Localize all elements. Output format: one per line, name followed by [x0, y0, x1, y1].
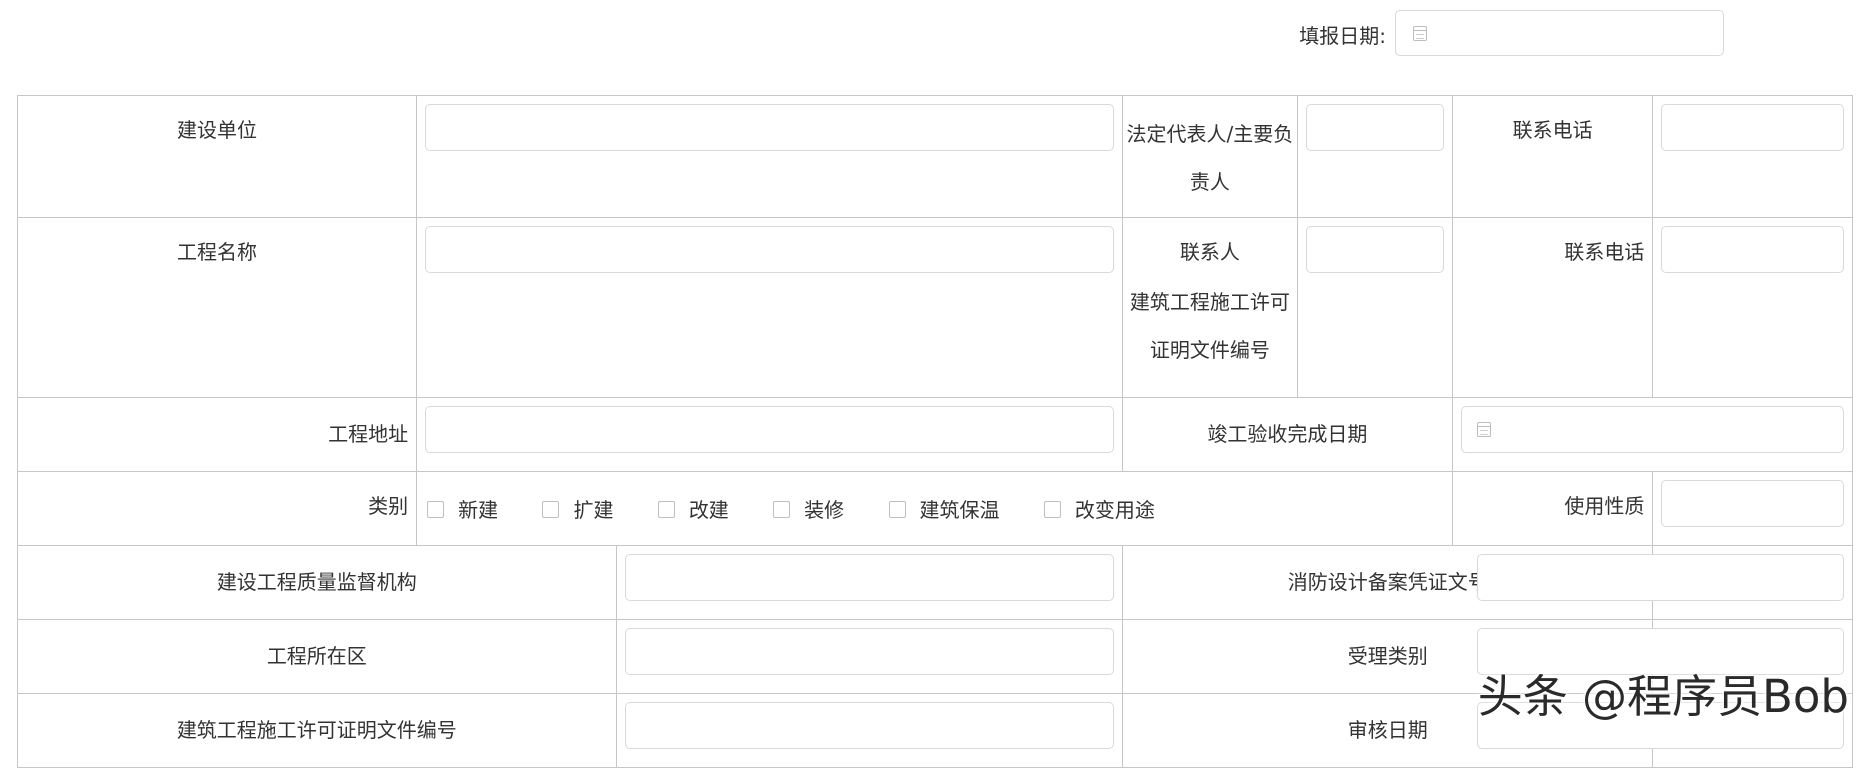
- project-name-label-cell: 工程名称: [16, 217, 418, 398]
- fire-design-input[interactable]: [1477, 554, 1844, 601]
- checkbox-unchecked-icon[interactable]: [657, 501, 675, 518]
- project-address-label: 工程地址: [328, 422, 409, 446]
- legal-rep-label-cell: 法定代表人/主要负责人: [1122, 95, 1298, 218]
- district-label: 工程所在区: [266, 644, 367, 668]
- district-input[interactable]: [624, 628, 1115, 675]
- construction-unit-input-cell: [416, 95, 1124, 218]
- row-category: 类别 新建 扩建 改建 装修 建筑保温 改变用途 使用性质: [16, 471, 1853, 546]
- project-address-label-cell: 工程地址: [16, 397, 418, 472]
- category-option-rebuild[interactable]: 改建: [657, 494, 729, 523]
- row-construction-unit: 建设单位 法定代表人/主要负责人 联系电话: [16, 95, 1853, 218]
- checkbox-unchecked-icon[interactable]: [427, 501, 445, 518]
- category-options-cell: 新建 扩建 改建 装修 建筑保温 改变用途: [416, 471, 1453, 546]
- legal-rep-input-cell: [1296, 95, 1453, 218]
- usage-label: 使用性质: [1564, 494, 1645, 518]
- permit-input[interactable]: [624, 702, 1115, 749]
- phone-input-1[interactable]: [1661, 104, 1844, 151]
- permit-label: 建筑工程施工许可证明文件编号: [176, 718, 457, 742]
- phone-label-cell-2: 联系电话: [1451, 217, 1654, 398]
- construction-unit-input[interactable]: [425, 104, 1115, 151]
- row-project-name: 工程名称 联系人 建筑工程施工许可证明文件编号 联系电话: [16, 217, 1853, 398]
- completion-date-input[interactable]: [1460, 406, 1844, 453]
- construction-unit-label-cell: 建设单位: [16, 95, 418, 218]
- row-supervision: 建设工程质量监督机构 消防设计备案凭证文号: [17, 545, 1853, 620]
- contact-label: 联系人: [1179, 240, 1240, 264]
- construction-unit-label: 建设单位: [177, 118, 258, 142]
- project-address-input-cell: [416, 397, 1124, 472]
- project-name-input-cell: [416, 217, 1124, 398]
- phone-input-cell-2: [1652, 217, 1853, 398]
- phone-label-2: 联系电话: [1564, 240, 1645, 264]
- checkbox-unchecked-icon[interactable]: [1043, 501, 1061, 518]
- completion-date-label: 竣工验收完成日期: [1207, 422, 1368, 446]
- permit-number-label: 建筑工程施工许可证明文件编号: [1129, 290, 1290, 362]
- checkbox-unchecked-icon[interactable]: [542, 501, 560, 518]
- supervision-label: 建设工程质量监督机构: [216, 570, 417, 594]
- contact-input-cell: [1296, 217, 1453, 398]
- category-option-expand[interactable]: 扩建: [542, 494, 613, 523]
- usage-input[interactable]: [1661, 480, 1844, 527]
- supervision-input-cell: [615, 545, 1124, 620]
- category-checkbox-group: 新建 扩建 改建 装修 建筑保温 改变用途: [417, 472, 1452, 523]
- checkbox-unchecked-icon[interactable]: [888, 501, 906, 518]
- report-date-label: 填报日期:: [1299, 24, 1386, 48]
- fire-design-input-cell: [1477, 545, 1853, 620]
- contact-label-cell: 联系人 建筑工程施工许可证明文件编号: [1122, 217, 1298, 398]
- completion-date-input-cell: [1451, 397, 1854, 472]
- category-option-insulation[interactable]: 建筑保温: [888, 494, 1000, 523]
- permit-label-cell: 建筑工程施工许可证明文件编号: [17, 693, 617, 768]
- project-address-input[interactable]: [425, 406, 1115, 453]
- supervision-label-cell: 建设工程质量监督机构: [17, 545, 617, 620]
- legal-rep-input[interactable]: [1305, 104, 1444, 151]
- phone-input-2[interactable]: [1661, 226, 1844, 273]
- legal-rep-label: 法定代表人/主要负责人: [1126, 122, 1294, 194]
- phone-input-cell-1: [1652, 95, 1853, 218]
- project-name-label: 工程名称: [177, 240, 258, 264]
- row-project-address: 工程地址 竣工验收完成日期: [16, 397, 1854, 472]
- usage-label-cell: 使用性质: [1451, 471, 1654, 546]
- category-label-cell: 类别: [16, 471, 418, 546]
- district-label-cell: 工程所在区: [17, 619, 617, 694]
- checkbox-unchecked-icon[interactable]: [773, 501, 791, 518]
- calendar-icon: [1476, 422, 1491, 437]
- contact-input[interactable]: [1305, 226, 1444, 273]
- usage-input-cell: [1652, 471, 1853, 546]
- category-option-decoration[interactable]: 装修: [773, 494, 844, 523]
- district-input-cell: [615, 619, 1124, 694]
- supervision-input[interactable]: [624, 554, 1115, 601]
- watermark: 头条 @程序员Bob: [1477, 670, 1849, 723]
- phone-label-cell-1: 联系电话: [1451, 95, 1654, 218]
- report-date-input[interactable]: [1395, 10, 1724, 56]
- permit-input-cell: [615, 693, 1124, 768]
- project-name-input[interactable]: [425, 226, 1115, 273]
- calendar-icon: [1413, 26, 1427, 41]
- category-label: 类别: [368, 494, 409, 518]
- completion-date-label-cell: 竣工验收完成日期: [1122, 397, 1453, 472]
- category-option-new[interactable]: 新建: [427, 494, 498, 523]
- phone-label-1: 联系电话: [1512, 118, 1593, 142]
- category-option-change-use[interactable]: 改变用途: [1043, 494, 1155, 523]
